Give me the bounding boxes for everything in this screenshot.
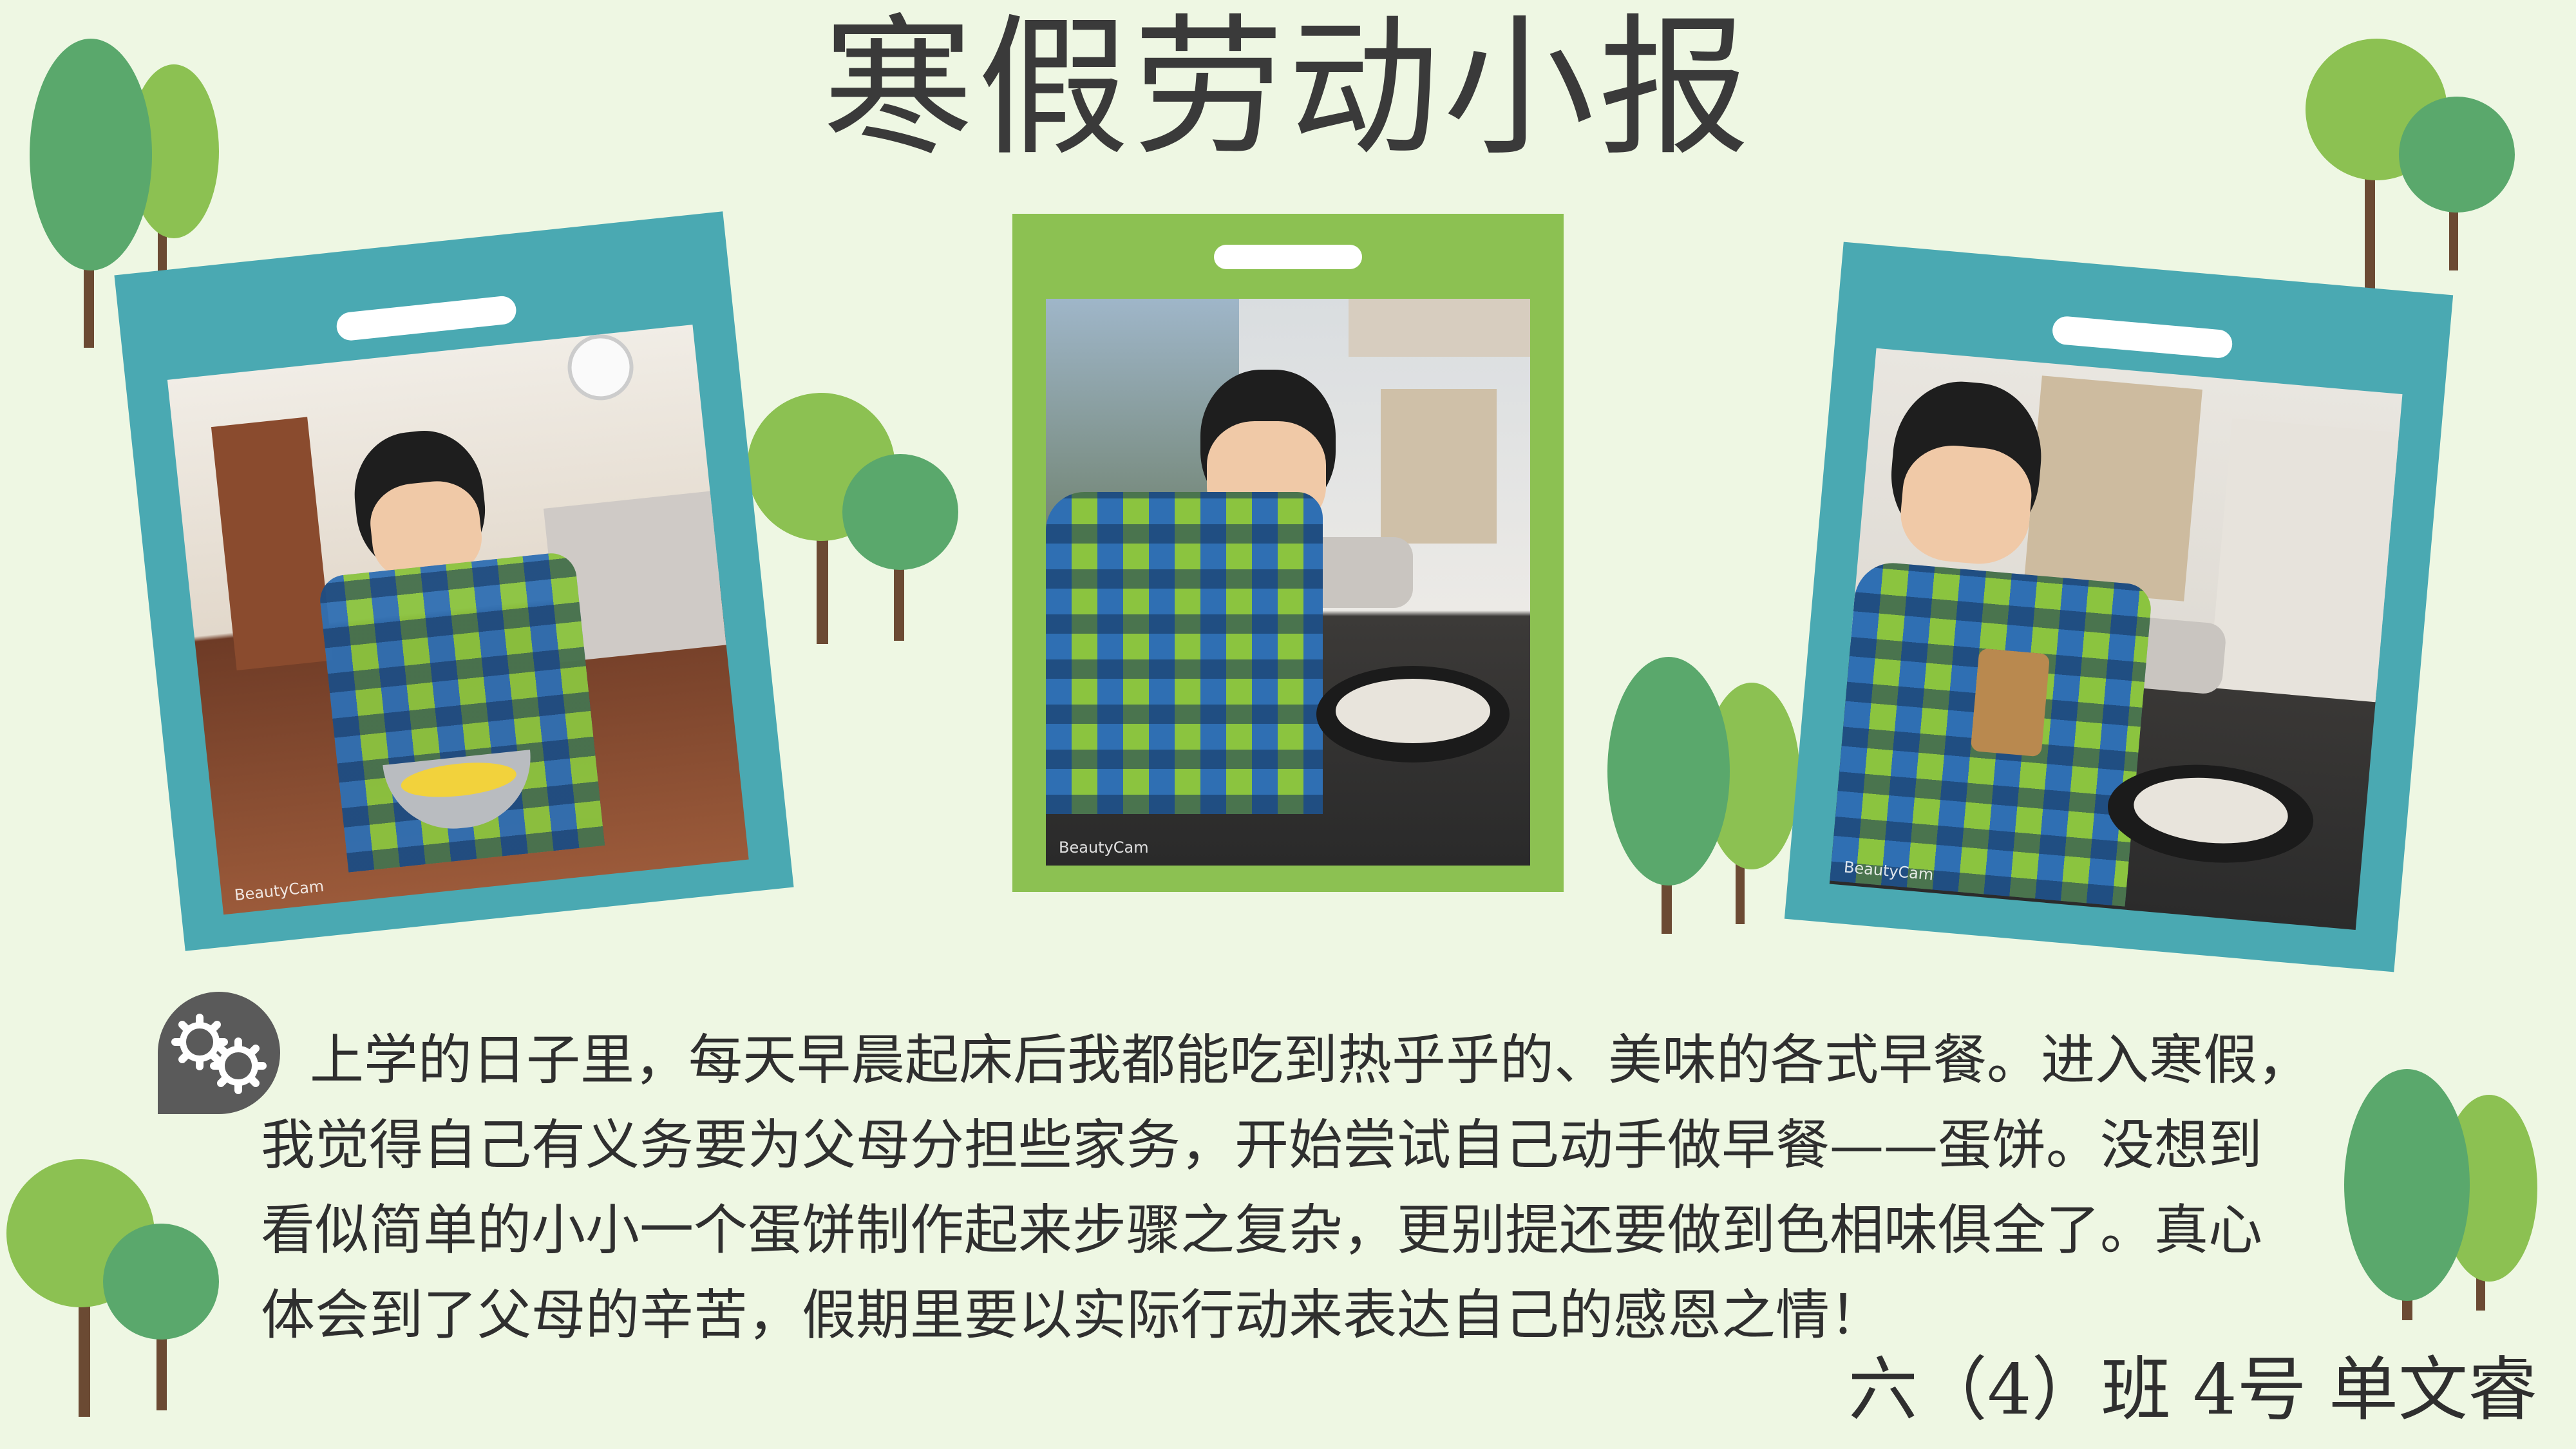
photo-frame-center: BeautyCam <box>1012 214 1564 892</box>
author-signature: 六（4）班 4号 单文睿 <box>1848 1350 2537 1430</box>
tree-decoration-bottom-left <box>6 1159 225 1430</box>
photo-frame-right: BeautyCam <box>1784 242 2454 972</box>
frame-handle <box>1214 245 1362 269</box>
tree-decoration-top-right <box>2293 39 2537 296</box>
tree-decoration-bottom-right <box>2344 1069 2550 1327</box>
tree-decoration-center <box>747 393 966 650</box>
photo-boy-cooking-pancake: BeautyCam <box>1046 299 1530 866</box>
photo-frame-left: BeautyCam <box>114 211 794 951</box>
frame-handle <box>335 294 518 342</box>
watermark: BeautyCam <box>233 876 325 905</box>
photo-boy-mixing-eggs: BeautyCam <box>167 325 749 915</box>
article-paragraph: 上学的日子里，每天早晨起床后我都能吃到热乎乎的、美味的各式早餐。进入寒假，我觉得… <box>261 1028 2312 1347</box>
photo-boy-flipping-pancake: BeautyCam <box>1829 348 2403 930</box>
page-title: 寒假劳动小报 <box>822 1 1754 176</box>
frame-handle <box>2051 315 2234 359</box>
watermark: BeautyCam <box>1059 838 1149 857</box>
tree-decoration-center-right <box>1604 657 1810 934</box>
